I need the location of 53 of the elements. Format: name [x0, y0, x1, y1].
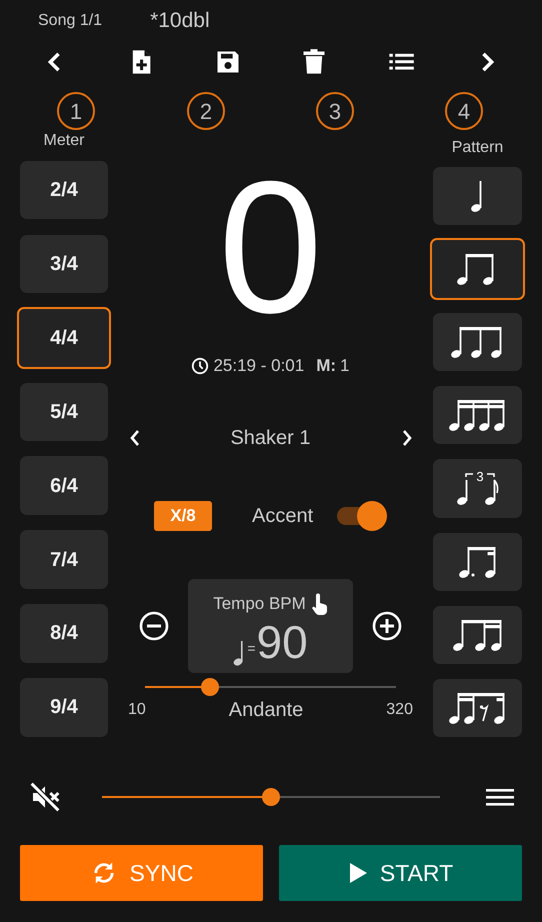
tempo-marking: Andante	[228, 698, 304, 723]
clock-icon	[191, 357, 210, 375]
meter-button[interactable]: 4/4	[17, 306, 111, 370]
pattern-button[interactable]: 3	[433, 459, 522, 518]
pattern-button[interactable]	[433, 167, 522, 226]
tempo-value: 90	[256, 616, 308, 666]
music-notes-icon	[452, 620, 501, 651]
tempo-label: Tempo BPM	[213, 593, 306, 615]
measure-value: 1	[340, 355, 350, 378]
step-number: 2	[187, 92, 225, 130]
meter-label: Meter	[42, 132, 86, 150]
step-number: 1	[57, 92, 95, 130]
tuplet-number: 3	[476, 468, 484, 484]
meter-button[interactable]: 9/4	[20, 678, 108, 737]
step-number: 4	[445, 92, 483, 130]
elapsed-time: 25:19 - 0:01	[213, 355, 304, 378]
meter-button[interactable]: 5/4	[20, 382, 108, 441]
pattern-button[interactable]	[433, 678, 522, 737]
music-notes-icon	[448, 400, 504, 432]
meter-button[interactable]: 7/4	[20, 530, 108, 589]
tempo-slider[interactable]	[145, 677, 396, 697]
accent-label: Accent	[252, 504, 314, 529]
sound-name: Shaker 1	[229, 426, 312, 451]
song-title: *10dbl	[150, 8, 210, 34]
music-notes-icon	[458, 546, 495, 578]
step-number: 3	[316, 92, 354, 130]
start-button[interactable]: START	[279, 845, 522, 901]
tap-hand-icon	[310, 592, 328, 616]
pattern-label: Pattern	[450, 139, 504, 157]
pattern-button[interactable]	[433, 313, 522, 372]
tempo-panel[interactable]: Tempo BPM =90	[188, 579, 353, 673]
pattern-button[interactable]	[433, 606, 522, 664]
meter-button[interactable]: 2/4	[20, 161, 108, 220]
accent-toggle[interactable]	[337, 501, 388, 531]
tempo-min: 10	[128, 700, 146, 720]
music-notes-icon	[456, 254, 493, 286]
meter-button[interactable]: 6/4	[20, 456, 108, 515]
music-notes-icon	[450, 327, 501, 358]
measure-label: M:	[316, 355, 336, 378]
beat-counter: 0	[217, 143, 324, 351]
song-counter: Song 1/1	[38, 11, 102, 31]
play-icon	[348, 862, 368, 884]
music-notes-icon	[448, 692, 504, 724]
music-notes-icon	[456, 472, 498, 504]
pattern-button[interactable]	[430, 238, 525, 300]
volume-slider[interactable]	[102, 787, 440, 807]
pattern-button[interactable]	[433, 532, 522, 591]
music-notes-icon	[470, 181, 481, 212]
pattern-button[interactable]	[433, 386, 522, 444]
tempo-max: 320	[386, 700, 413, 720]
meter-button[interactable]: 3/4	[20, 234, 108, 294]
meter-button[interactable]: 8/4	[20, 604, 108, 663]
equals-sign: =	[247, 638, 256, 658]
